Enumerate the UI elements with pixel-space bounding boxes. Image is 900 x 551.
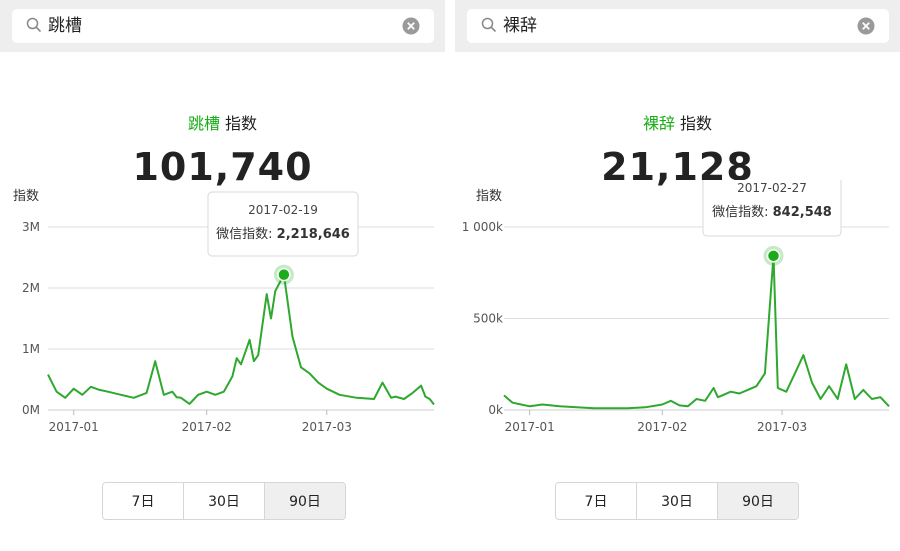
tooltip-value: 微信指数: 2,218,646 — [216, 227, 350, 242]
clear-icon[interactable] — [857, 17, 875, 35]
x-tick-label: 2017-03 — [757, 420, 807, 434]
index-title: 跳槽 指数 — [0, 110, 445, 134]
search-input[interactable]: 裸辞 — [467, 9, 889, 43]
keyword-label: 跳槽 — [187, 114, 220, 133]
search-bar: 裸辞 — [455, 0, 900, 52]
index-title: 裸辞 指数 — [455, 110, 900, 134]
range-30d-button[interactable]: 30日 — [184, 483, 265, 519]
tooltip-date: 2017-02-27 — [737, 181, 807, 195]
range-selector: 7日 30日 90日 — [102, 482, 346, 520]
range-90d-button[interactable]: 90日 — [718, 483, 798, 519]
x-tick-label: 2017-01 — [49, 420, 99, 434]
y-tick-label: 1M — [22, 342, 40, 356]
series-line — [47, 273, 435, 406]
y-tick-label: 0M — [22, 403, 40, 417]
search-bar: 跳槽 — [0, 0, 445, 52]
search-query: 跳槽 — [48, 16, 82, 36]
panel-luoci: 裸辞 裸辞 指数 21,128 指数 0k 500k 1 000k 2017-01 201… — [455, 0, 900, 551]
tooltip-value: 微信指数: 842,548 — [712, 205, 832, 220]
range-7d-button[interactable]: 7日 — [103, 483, 184, 519]
tooltip-date: 2017-02-19 — [248, 203, 318, 217]
x-tick-label: 2017-02 — [182, 420, 232, 434]
range-90d-button[interactable]: 90日 — [265, 483, 345, 519]
trend-chart: 指数 0k 500k 1 000k 2017-01 2017-02 2017-03 2017-… — [462, 180, 890, 434]
search-input[interactable]: 跳槽 — [12, 9, 434, 43]
range-7d-button[interactable]: 7日 — [556, 483, 637, 519]
y-tick-label: 2M — [22, 281, 40, 295]
y-tick-label: 500k — [473, 312, 503, 326]
range-selector: 7日 30日 90日 — [555, 482, 799, 520]
search-icon — [481, 17, 497, 33]
panel-tiaocao: 跳槽 跳槽 指数 101,740 指数 0M 1M 2M 3M 2017-01 2017-0… — [0, 0, 445, 551]
y-axis-label: 指数 — [13, 189, 39, 204]
index-suffix: 指数 — [680, 114, 713, 133]
y-tick-label: 0k — [488, 403, 503, 417]
index-suffix: 指数 — [225, 114, 258, 133]
tooltip-box — [207, 191, 359, 257]
keyword-label: 裸辞 — [642, 114, 675, 133]
search-query: 裸辞 — [503, 16, 537, 36]
range-30d-button[interactable]: 30日 — [637, 483, 718, 519]
series-line — [503, 254, 890, 410]
y-tick-label: 1 000k — [462, 220, 503, 234]
y-axis-label: 指数 — [476, 189, 502, 204]
panel-divider — [445, 0, 455, 551]
search-icon — [26, 17, 42, 33]
clear-icon[interactable] — [402, 17, 420, 35]
x-tick-label: 2017-02 — [637, 420, 687, 434]
highlight-point — [277, 267, 291, 282]
x-tick-label: 2017-01 — [505, 420, 555, 434]
y-tick-label: 3M — [22, 220, 40, 234]
highlight-point — [766, 249, 781, 263]
trend-chart: 指数 0M 1M 2M 3M 2017-01 2017-02 2017-03 2017-02-1… — [13, 189, 435, 434]
x-tick-label: 2017-03 — [302, 420, 352, 434]
